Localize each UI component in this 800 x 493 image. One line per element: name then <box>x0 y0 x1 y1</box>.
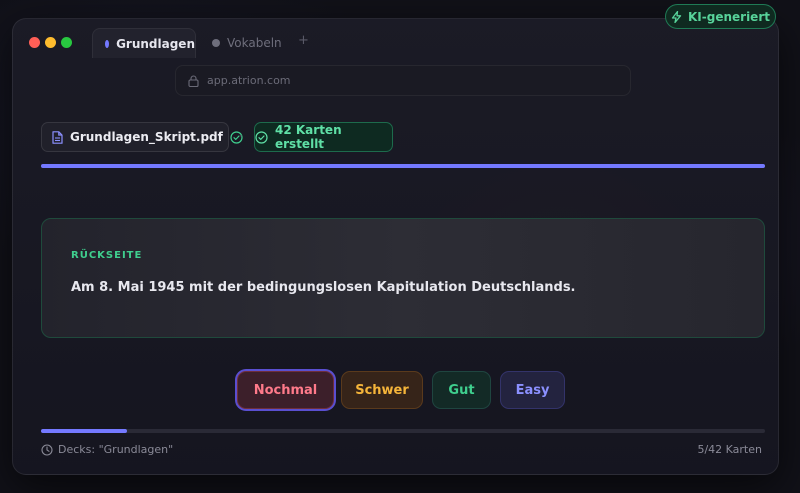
cards-created-label: 42 Karten erstellt <box>275 123 342 151</box>
rating-good-button[interactable]: Gut <box>432 371 491 409</box>
generation-progress-fill <box>41 164 765 168</box>
maximize-window-button[interactable] <box>61 37 72 48</box>
cards-created-chip: 42 Karten erstellt <box>254 122 393 152</box>
tab-grundlagen[interactable]: Grundlagen <box>92 28 196 58</box>
review-progress-bar <box>41 429 765 433</box>
stage: KI-generiert Grundlagen Vokabeln + app.a… <box>0 0 800 493</box>
tab-label: Grundlagen <box>116 36 195 51</box>
deck-info: Decks: "Grundlagen" <box>41 443 173 456</box>
generation-progress-bar <box>41 164 765 168</box>
flashcard[interactable]: RÜCKSEITE Am 8. Mai 1945 mit der bedingu… <box>41 218 765 338</box>
ai-badge-label: KI-generiert <box>688 9 770 24</box>
lightning-icon <box>671 10 682 23</box>
rating-again-button[interactable]: Nochmal <box>237 371 334 409</box>
address-bar[interactable]: app.atrion.com <box>175 65 631 96</box>
clock-icon <box>41 443 53 456</box>
ai-generated-badge: KI-generiert <box>665 4 776 29</box>
minimize-window-button[interactable] <box>45 37 56 48</box>
rating-hard-button[interactable]: Schwer <box>341 371 423 409</box>
tab-status-dot <box>105 39 110 48</box>
review-progress-fill <box>41 429 128 433</box>
document-icon <box>52 130 63 144</box>
tab-status-dot <box>212 39 220 47</box>
close-window-button[interactable] <box>29 37 40 48</box>
app-window: Grundlagen Vokabeln + app.atrion.com Gru… <box>12 18 779 475</box>
check-circle-icon <box>255 130 268 144</box>
lock-icon <box>188 74 199 87</box>
rating-easy-button[interactable]: Easy <box>500 371 565 409</box>
source-file-chip[interactable]: Grundlagen_Skript.pdf <box>41 122 243 152</box>
address-url: app.atrion.com <box>207 74 291 87</box>
file-name: Grundlagen_Skript.pdf <box>70 130 223 144</box>
card-counter: 5/42 Karten <box>697 443 762 456</box>
tab-label: Vokabeln <box>227 36 282 50</box>
tab-vokabeln[interactable]: Vokabeln <box>212 28 282 58</box>
new-tab-button[interactable]: + <box>298 33 309 48</box>
card-answer-text: Am 8. Mai 1945 mit der bedingungslosen K… <box>71 280 576 295</box>
chip-separator: · <box>239 129 243 143</box>
card-side-label: RÜCKSEITE <box>71 250 143 261</box>
deck-name: Decks: "Grundlagen" <box>58 443 174 456</box>
